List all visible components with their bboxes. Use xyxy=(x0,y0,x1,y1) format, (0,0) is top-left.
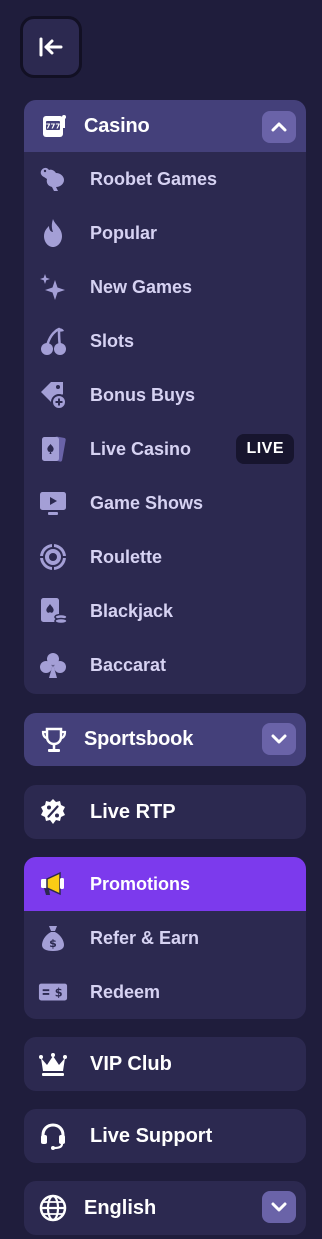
casino-header[interactable]: 777 Casino xyxy=(24,100,306,152)
svg-text:$: $ xyxy=(49,937,57,950)
vip-club-section: VIP Club xyxy=(24,1037,306,1091)
playing-cards-icon xyxy=(38,434,68,464)
sidebar-item-live-rtp[interactable]: Live RTP xyxy=(24,785,306,839)
sportsbook-title: Sportsbook xyxy=(84,728,194,750)
live-badge: LIVE xyxy=(236,434,294,464)
roulette-wheel-icon xyxy=(38,542,68,572)
language-expand-button[interactable] xyxy=(262,1191,296,1223)
cherries-icon xyxy=(38,326,68,356)
promotions-section: Promotions $ Refer & Earn $ Redeem xyxy=(24,857,306,1019)
sidebar-item-label: Popular xyxy=(90,222,158,243)
money-bag-icon: $ xyxy=(38,923,68,953)
vip-club-label: VIP Club xyxy=(90,1052,172,1075)
headset-icon xyxy=(38,1121,68,1151)
chevron-down-icon xyxy=(271,734,287,744)
percent-badge-icon xyxy=(38,797,68,827)
sidebar-item-slots[interactable]: Slots xyxy=(24,314,306,368)
card-chips-icon xyxy=(38,596,68,626)
megaphone-icon xyxy=(38,869,68,899)
sparkles-icon xyxy=(38,272,68,302)
slot-machine-icon: 777 xyxy=(40,112,68,140)
sidebar-item-blackjack[interactable]: Blackjack xyxy=(24,584,306,638)
sidebar-item-promotions[interactable]: Promotions xyxy=(24,857,306,911)
sidebar-item-popular[interactable]: Popular xyxy=(24,206,306,260)
sportsbook-section: Sportsbook xyxy=(24,713,306,766)
sidebar-item-label: Slots xyxy=(90,330,135,351)
collapse-arrow-icon xyxy=(38,36,64,58)
monitor-play-icon xyxy=(38,488,68,518)
chevron-down-icon xyxy=(271,1202,287,1212)
sportsbook-expand-button[interactable] xyxy=(262,723,296,755)
language-section: English xyxy=(24,1181,306,1235)
club-suit-icon xyxy=(38,650,68,680)
tag-plus-icon xyxy=(38,380,68,410)
live-support-label: Live Support xyxy=(90,1124,213,1147)
sidebar-item-label: Roobet Games xyxy=(90,168,218,189)
sidebar-item-label: Game Shows xyxy=(90,492,204,513)
sidebar-item-bonus-buys[interactable]: Bonus Buys xyxy=(24,368,306,422)
live-support-section: Live Support xyxy=(24,1109,306,1163)
sidebar-item-redeem[interactable]: $ Redeem xyxy=(24,965,306,1019)
sidebar-item-baccarat[interactable]: Baccarat xyxy=(24,638,306,692)
trophy-icon xyxy=(40,726,68,754)
sidebar-item-label: New Games xyxy=(90,276,193,297)
live-rtp-section: Live RTP xyxy=(24,785,306,839)
voucher-icon: $ xyxy=(38,977,68,1007)
sidebar-item-refer-earn[interactable]: $ Refer & Earn xyxy=(24,911,306,965)
globe-icon xyxy=(38,1193,68,1223)
kangaroo-icon xyxy=(38,164,68,194)
sidebar-item-roulette[interactable]: Roulette xyxy=(24,530,306,584)
casino-title: Casino xyxy=(84,114,150,137)
flame-icon xyxy=(38,218,68,248)
sidebar-item-label: Blackjack xyxy=(90,600,174,621)
sidebar-item-label: Live Casino xyxy=(90,438,192,459)
sidebar-item-live-support[interactable]: Live Support xyxy=(24,1109,306,1163)
live-rtp-label: Live RTP xyxy=(90,800,176,823)
chevron-up-icon xyxy=(271,122,287,132)
svg-text:777: 777 xyxy=(46,123,61,131)
sportsbook-header[interactable]: Sportsbook xyxy=(24,713,306,766)
sidebar-item-label: Bonus Buys xyxy=(90,384,196,405)
sidebar-item-live-casino[interactable]: Live Casino LIVE xyxy=(24,422,306,476)
casino-section: 777 Casino Roobet Games Popular New Game… xyxy=(24,100,306,694)
crown-icon xyxy=(38,1049,68,1079)
language-label: English xyxy=(84,1196,157,1219)
casino-collapse-button[interactable] xyxy=(262,111,296,143)
sidebar-item-label: Promotions xyxy=(90,873,191,894)
svg-text:$: $ xyxy=(55,987,63,1000)
sidebar-item-new-games[interactable]: New Games xyxy=(24,260,306,314)
sidebar-item-roobet-games[interactable]: Roobet Games xyxy=(24,152,306,206)
collapse-sidebar-button[interactable] xyxy=(20,16,82,78)
sidebar-item-label: Refer & Earn xyxy=(90,927,200,948)
language-selector[interactable]: English xyxy=(24,1181,306,1235)
sidebar-item-label: Roulette xyxy=(90,546,162,567)
sidebar-item-game-shows[interactable]: Game Shows xyxy=(24,476,306,530)
sidebar-item-label: Baccarat xyxy=(90,654,167,675)
sidebar-item-label: Redeem xyxy=(90,981,161,1002)
sidebar-item-vip-club[interactable]: VIP Club xyxy=(24,1037,306,1091)
